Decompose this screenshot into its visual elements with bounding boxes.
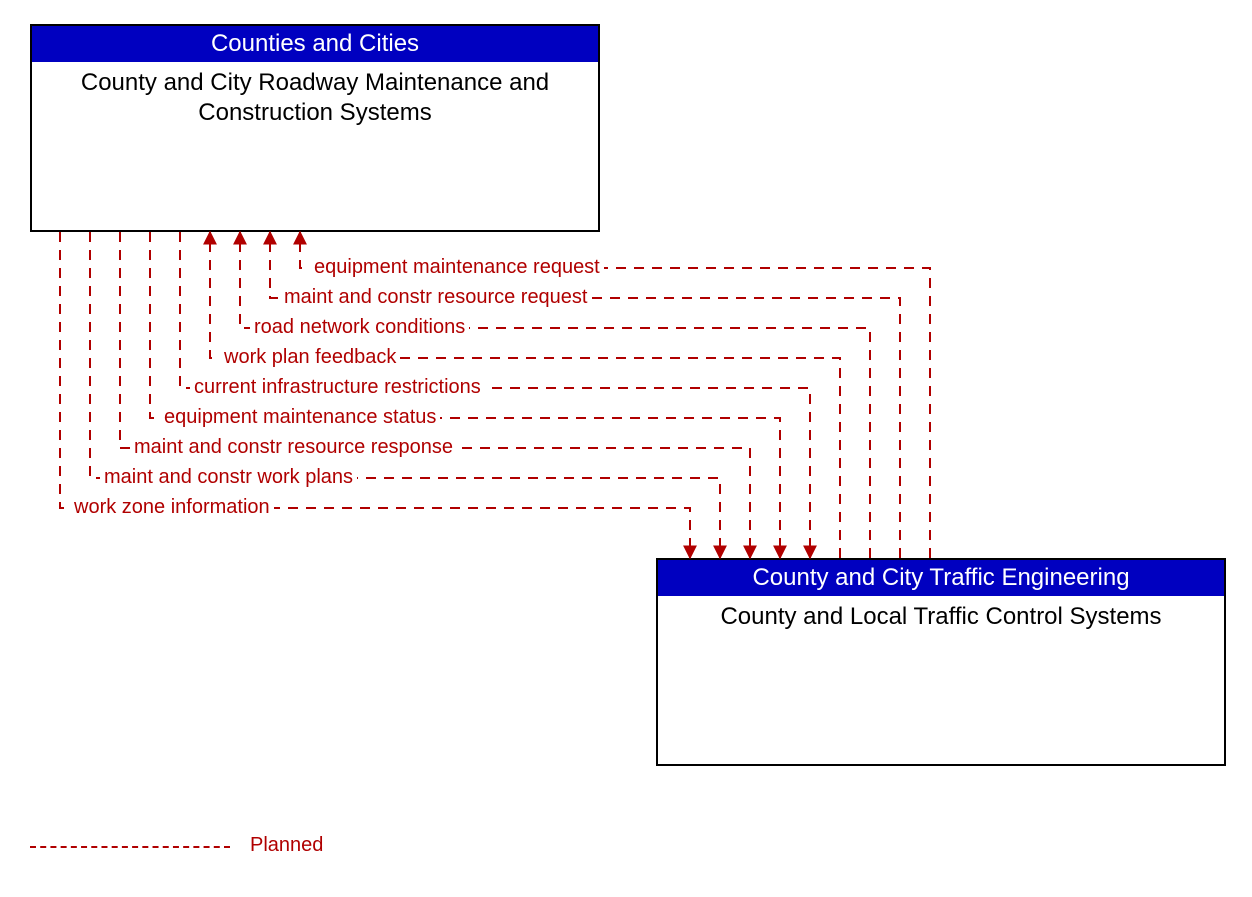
legend-label-planned: Planned — [250, 834, 323, 857]
entity-box-bottom: County and City Traffic Engineering Coun… — [656, 558, 1226, 766]
flow-label-1: maint and constr resource request — [280, 286, 592, 309]
entity-body-bottom: County and Local Traffic Control Systems — [658, 596, 1224, 638]
entity-header-top: Counties and Cities — [32, 26, 598, 62]
flow-label-4: current infrastructure restrictions — [190, 376, 485, 399]
entity-box-top: Counties and Cities County and City Road… — [30, 24, 600, 232]
flow-label-7: maint and constr work plans — [100, 466, 357, 489]
legend-line-planned — [30, 846, 230, 848]
flow-label-2: road network conditions — [250, 316, 469, 339]
entity-header-bottom: County and City Traffic Engineering — [658, 560, 1224, 596]
flow-label-3: work plan feedback — [220, 346, 400, 369]
flow-label-5: equipment maintenance status — [160, 406, 440, 429]
flow-label-0: equipment maintenance request — [310, 256, 604, 279]
entity-body-top: County and City Roadway Maintenance and … — [32, 62, 598, 134]
flow-label-6: maint and constr resource response — [130, 436, 457, 459]
flow-label-8: work zone information — [70, 496, 274, 519]
